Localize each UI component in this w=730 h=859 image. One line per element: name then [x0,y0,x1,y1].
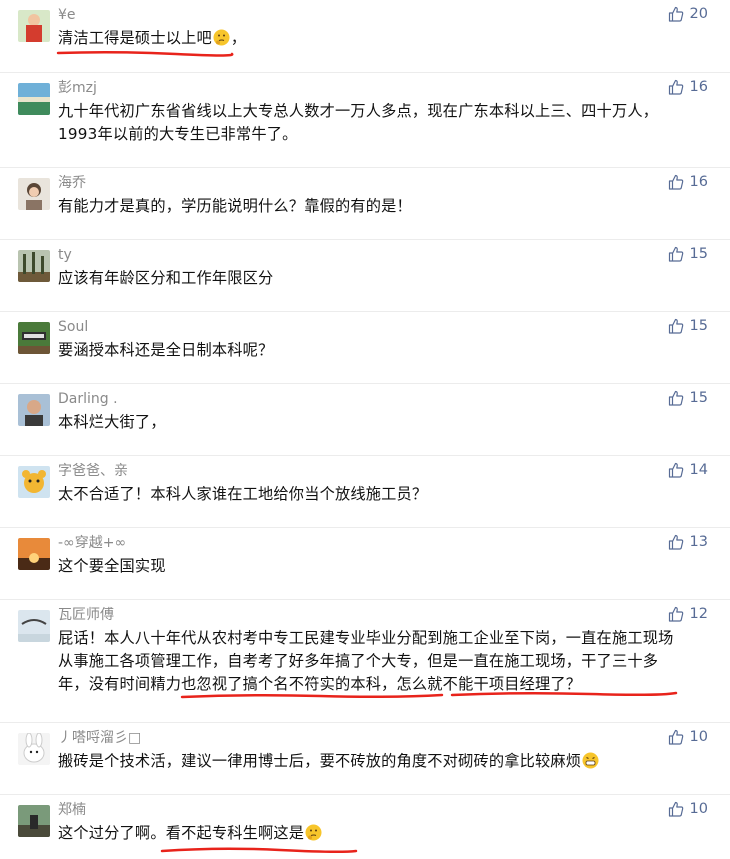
comment-text: 屁话！本人八十年代从农村考中专工民建专业毕业分配到施工企业至下岗，一直在施工现场… [58,629,674,693]
comment-item: Darling . 本科烂大街了， 15 [0,384,730,456]
comment-item: 彭mzj 九十年代初广东省省线以上大专总人数才一万人多点，现在广东本科以上三、四… [0,73,730,168]
thumbs-up-icon [668,606,683,622]
like-count: 13 [689,534,708,550]
thinking-face-icon [305,824,322,841]
like-button[interactable]: 10 [668,728,708,746]
comment-text: 九十年代初广东省省线以上大专总人数才一万人多点，现在广东本科以上三、四十万人，1… [58,102,659,143]
grinning-face-icon [582,752,599,769]
red-underline [160,847,358,854]
avatar-image [18,610,50,642]
comment-item: -∞穿越+∞ 这个要全国实现 13 [0,528,730,600]
comment-text: 这个过分了啊。看不起专科生啊这是 [58,822,674,845]
avatar[interactable] [18,322,50,354]
comment-item: 丿嗒哷溜彡□ 搬砖是个技术活，建议一律用博士后，要不砖放的角度不对砌砖的拿比较麻… [0,723,730,795]
comment-author[interactable]: 字爸爸、亲 [58,462,128,480]
thumbs-up-icon [668,462,683,478]
thumbs-up-icon [668,6,683,22]
like-count: 15 [689,318,708,334]
avatar-image [18,538,50,570]
thumbs-up-icon [668,318,683,334]
avatar-image [18,250,50,282]
comment-author[interactable]: Darling . [58,390,118,408]
thinking-face-icon [213,29,230,46]
comment-author[interactable]: 彭mzj [58,79,97,97]
avatar[interactable] [18,394,50,426]
comment-item: ¥e 清洁工得是硕士以上吧， 20 [0,0,730,73]
comment-item: 海乔 有能力才是真的，学历能说明什么？靠假的有的是！ 16 [0,168,730,240]
like-count: 10 [689,801,708,817]
avatar-image [18,805,50,837]
comment-text: 搬砖是个技术活，建议一律用博士后，要不砖放的角度不对砌砖的拿比较麻烦 [58,750,674,773]
like-count: 12 [689,606,708,622]
comment-item: 郑楠 这个过分了啊。看不起专科生啊这是 10 [0,795,730,859]
comment-author[interactable]: Soul [58,318,88,336]
avatar[interactable] [18,178,50,210]
comment-author[interactable]: 郑楠 [58,801,86,819]
avatar[interactable] [18,466,50,498]
avatar-image [18,394,50,426]
like-button[interactable]: 12 [668,605,708,623]
comment-author[interactable]: 海乔 [58,174,86,192]
thumbs-up-icon [668,801,683,817]
comment-item: 字爸爸、亲 太不合适了！本科人家谁在工地给你当个放线施工员？ 14 [0,456,730,528]
comment-text: 要涵授本科还是全日制本科呢？ [58,341,274,359]
thumbs-up-icon [668,174,683,190]
avatar-image [18,466,50,498]
avatar-image [18,733,50,765]
comment-item: 瓦匠师傅 屁话！本人八十年代从农村考中专工民建专业毕业分配到施工企业至下岗，一直… [0,600,730,723]
like-button[interactable]: 16 [668,78,708,96]
thumbs-up-icon [668,390,683,406]
like-button[interactable]: 13 [668,533,708,551]
like-count: 16 [689,174,708,190]
like-count: 14 [689,462,708,478]
comment-author[interactable]: ty [58,246,72,264]
comment-text: 应该有年龄区分和工作年限区分 [58,269,274,287]
avatar-image [18,10,50,42]
thumbs-up-icon [668,79,683,95]
thumbs-up-icon [668,729,683,745]
avatar-image [18,178,50,210]
like-count: 20 [689,6,708,22]
like-button[interactable]: 14 [668,461,708,479]
thumbs-up-icon [668,246,683,262]
comment-item: ty 应该有年龄区分和工作年限区分 15 [0,240,730,312]
like-button[interactable]: 15 [668,245,708,263]
comment-author[interactable]: 瓦匠师傅 [58,606,114,624]
thumbs-up-icon [668,534,683,550]
like-count: 16 [689,79,708,95]
avatar[interactable] [18,10,50,42]
like-count: 15 [689,246,708,262]
comment-text: 太不合适了！本科人家谁在工地给你当个放线施工员？ [58,485,428,503]
like-button[interactable]: 16 [668,173,708,191]
avatar[interactable] [18,250,50,282]
avatar[interactable] [18,538,50,570]
comment-text: 这个要全国实现 [58,557,166,575]
avatar[interactable] [18,83,50,115]
like-button[interactable]: 20 [668,5,708,23]
comment-text: 有能力才是真的，学历能说明什么？靠假的有的是！ [58,197,412,215]
like-button[interactable]: 15 [668,389,708,407]
comment-text: 清洁工得是硕士以上吧， [58,29,247,47]
comment-author[interactable]: -∞穿越+∞ [58,534,126,552]
avatar[interactable] [18,805,50,837]
like-button[interactable]: 15 [668,317,708,335]
comment-author[interactable]: ¥e [58,6,76,24]
comment-text: 本科烂大街了， [58,413,166,431]
avatar-image [18,83,50,115]
like-count: 10 [689,729,708,745]
like-button[interactable]: 10 [668,800,708,818]
like-count: 15 [689,390,708,406]
comment-item: Soul 要涵授本科还是全日制本科呢？ 15 [0,312,730,384]
avatar[interactable] [18,610,50,642]
avatar-image [18,322,50,354]
avatar[interactable] [18,733,50,765]
comment-author[interactable]: 丿嗒哷溜彡□ [58,729,141,747]
